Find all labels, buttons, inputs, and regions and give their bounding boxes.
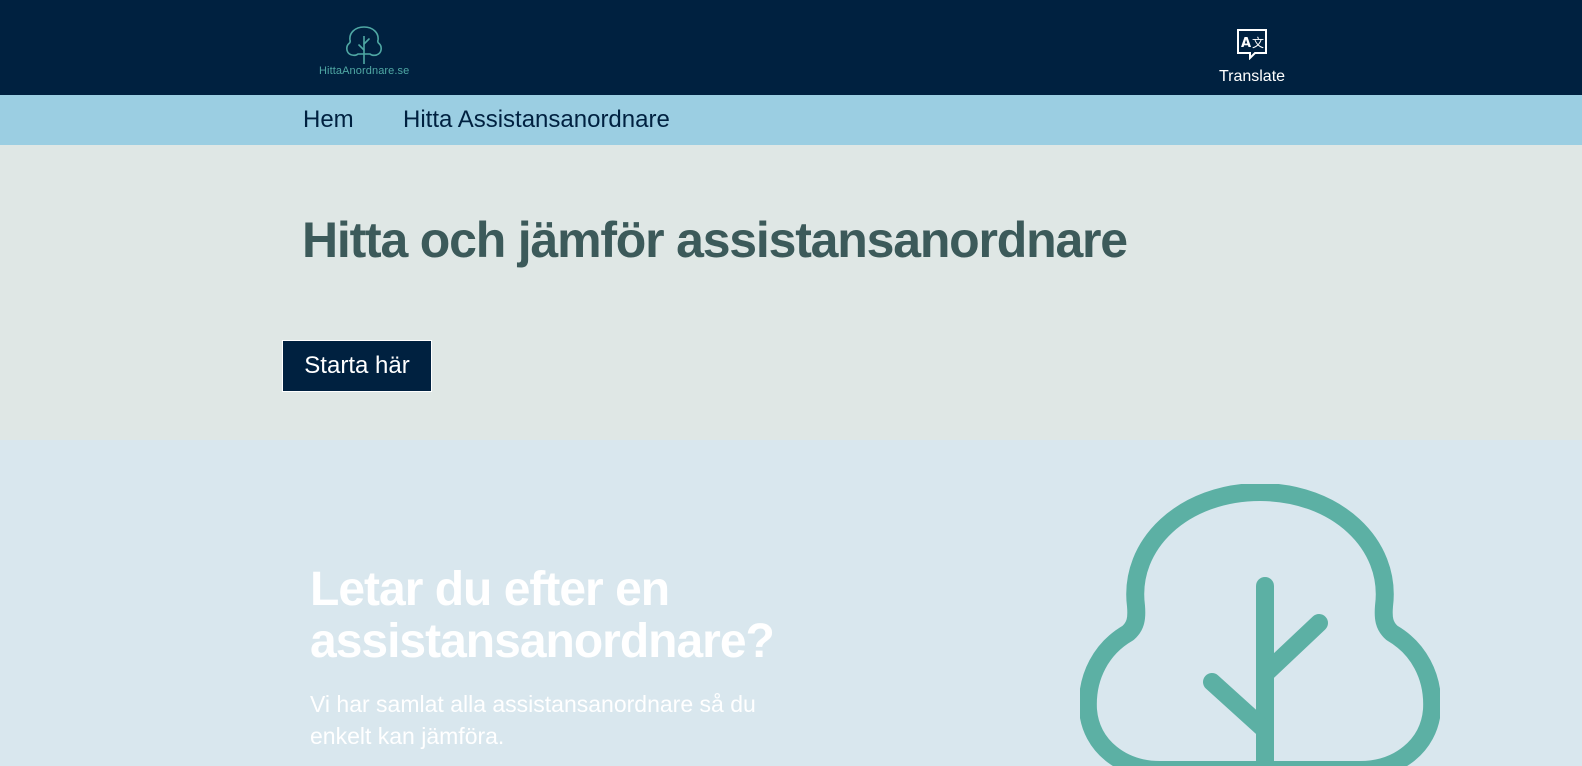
start-button[interactable]: Starta här: [282, 340, 432, 392]
tree-illustration-icon: [1080, 484, 1440, 766]
logo-text: HittaAnordnare.se: [319, 65, 410, 77]
nav-item-hitta-assistansanordnare[interactable]: Hitta Assistansanordnare: [403, 106, 670, 134]
svg-text:文: 文: [1252, 35, 1264, 50]
nav-item-hem[interactable]: Hem: [303, 106, 354, 134]
intro-text: Vi har samlat alla assistansanordnare så…: [310, 691, 756, 749]
intro-section: Letar du efter en assistansanordnare? Vi…: [0, 440, 1582, 766]
main-nav: Hem Hitta Assistansanordnare: [0, 95, 1582, 145]
site-logo[interactable]: HittaAnordnare.se: [318, 24, 418, 80]
translate-icon: A 文: [1237, 29, 1267, 60]
translate-button[interactable]: A 文 Translate: [1210, 26, 1294, 88]
site-header: HittaAnordnare.se A 文 Translate: [0, 0, 1582, 95]
translate-label: Translate: [1218, 68, 1286, 85]
hero-section: Hitta och jämför assistansanordnare Star…: [0, 145, 1582, 440]
intro-title: Letar du efter en assistansanordnare?: [310, 563, 775, 668]
svg-text:A: A: [1241, 36, 1251, 51]
hero-title: Hitta och jämför assistansanordnare: [302, 212, 1128, 268]
tree-icon: [346, 26, 382, 64]
